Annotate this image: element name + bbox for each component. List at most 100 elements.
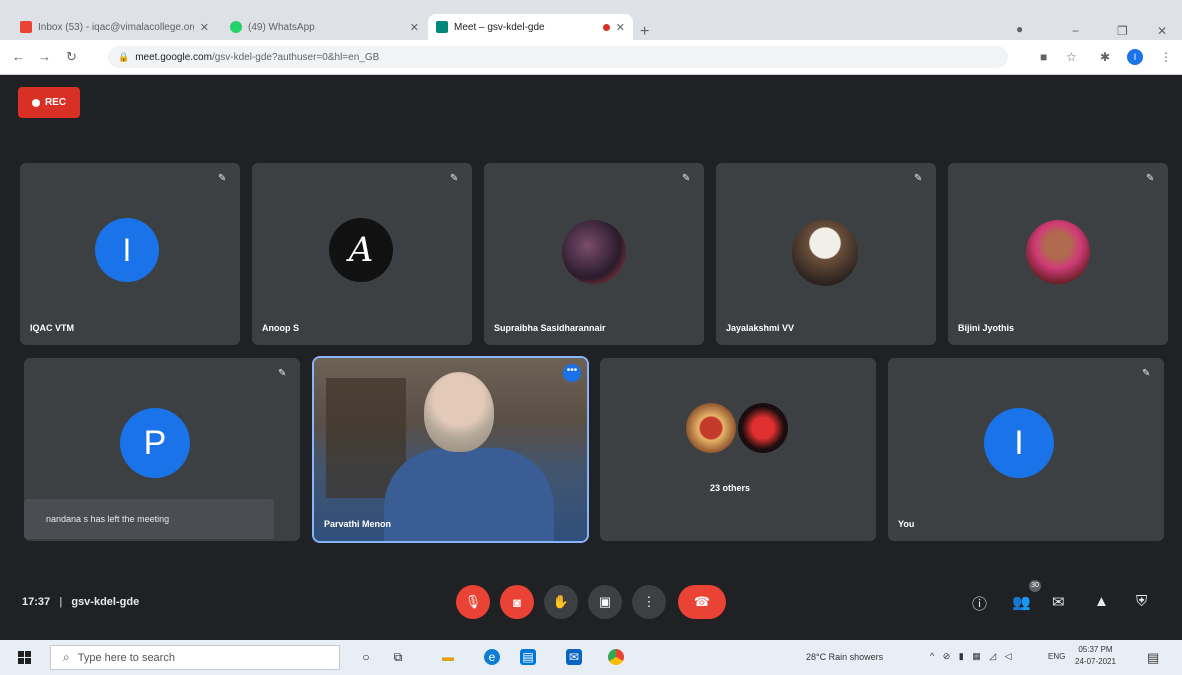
- tab-title: (49) WhatsApp: [248, 21, 315, 33]
- hand-icon: ✋: [552, 594, 570, 609]
- avatar: I: [984, 408, 1054, 478]
- minimize-button[interactable]: −: [1072, 24, 1079, 38]
- search-placeholder: Type here to search: [77, 651, 175, 664]
- new-tab-button[interactable]: +: [640, 23, 649, 41]
- profile-avatar[interactable]: I: [1127, 49, 1143, 65]
- participant-video-tile[interactable]: ••• Parvathi Menon: [312, 356, 589, 543]
- system-tray[interactable]: ^ ⊘ ▮ ▦ ◿ ◁: [930, 651, 1015, 662]
- file-explorer-icon[interactable]: ▬: [440, 649, 456, 665]
- video-feed: [314, 358, 587, 541]
- lock-icon: 🔒: [118, 51, 130, 62]
- close-tab-icon[interactable]: ✕: [410, 21, 419, 34]
- mic-muted-icon: ✎: [682, 173, 691, 184]
- clock-time: 05:37 PM: [1078, 645, 1113, 654]
- windows-taskbar: ⌕ Type here to search ○ ⧉ ▬ e ▤ ✉ 28°C R…: [0, 640, 1182, 675]
- participant-name: IQAC VTM: [30, 323, 74, 333]
- tab-gmail[interactable]: Inbox (53) - iqac@vimalacollege.org - Gm…: [12, 14, 217, 40]
- avatar: A: [329, 218, 393, 282]
- bookmark-star-icon[interactable]: ☆: [1066, 50, 1077, 64]
- present-button[interactable]: ▣: [588, 585, 622, 619]
- title-strip: [0, 0, 1182, 10]
- mic-muted-icon: ✎: [218, 173, 227, 184]
- url-path: /gsv-kdel-gde?authuser=0&hl=en_GB: [211, 51, 380, 63]
- people-icon[interactable]: 👥: [1012, 593, 1031, 611]
- participant-tile[interactable]: ✎ Supraibha Sasidharannair: [484, 163, 704, 345]
- participant-tile[interactable]: ✎ Jayalakshmi VV: [716, 163, 936, 345]
- close-tab-icon[interactable]: ✕: [616, 21, 625, 34]
- mic-muted-icon: ✎: [914, 173, 923, 184]
- mail-icon[interactable]: ✉: [566, 649, 582, 665]
- language-indicator[interactable]: ENG: [1048, 652, 1065, 661]
- others-tile[interactable]: 23 others: [600, 358, 876, 541]
- whatsapp-icon: [230, 21, 242, 33]
- activities-icon[interactable]: ▲: [1094, 593, 1109, 610]
- participant-name: Jayalakshmi VV: [726, 323, 795, 333]
- video-person-head: [424, 372, 494, 452]
- participant-tile[interactable]: ✎ I IQAC VTM: [20, 163, 240, 345]
- taskbar-search[interactable]: ⌕ Type here to search: [50, 645, 340, 670]
- tab-title: Inbox (53) - iqac@vimalacollege.org - Gm…: [38, 21, 194, 33]
- video-person-body: [384, 448, 554, 541]
- recording-badge: REC: [18, 87, 80, 118]
- gmail-icon: [20, 21, 32, 33]
- more-vert-icon: ⋮: [642, 594, 656, 609]
- avatar: [792, 220, 858, 286]
- edge-icon[interactable]: e: [484, 649, 500, 665]
- address-bar: ← → ↻ 🔒 meet.google.com /gsv-kdel-gde?au…: [0, 40, 1182, 75]
- meeting-details-icon[interactable]: ⓘ: [972, 593, 987, 614]
- participant-tile[interactable]: ✎ A Anoop S: [252, 163, 472, 345]
- chat-icon[interactable]: ✉: [1052, 593, 1065, 611]
- tab-meet[interactable]: Meet – gsv-kdel-gde ✕: [428, 14, 633, 40]
- participant-tile[interactable]: ✎ Bijini Jyothis: [948, 163, 1168, 345]
- participant-name: Supraibha Sasidharannair: [494, 323, 606, 333]
- task-view-icon[interactable]: ⧉: [390, 649, 406, 665]
- notification-center-icon[interactable]: ▤: [1147, 650, 1159, 666]
- camera-toggle-button[interactable]: ◙: [500, 585, 534, 619]
- chrome-icon[interactable]: [608, 649, 624, 665]
- taskbar-clock[interactable]: 05:37 PM 24-07-2021: [1075, 644, 1116, 668]
- menu-icon[interactable]: ⋮: [1160, 50, 1172, 64]
- windows-start-icon[interactable]: [18, 651, 31, 664]
- participant-name: You: [898, 519, 915, 529]
- avatar: [1026, 220, 1090, 284]
- profile-dot-icon[interactable]: ●: [1016, 22, 1023, 36]
- restore-button[interactable]: ❐: [1117, 24, 1128, 38]
- record-dot-icon: [31, 98, 40, 107]
- meet-stage: REC ✎ I IQAC VTM ✎ A Anoop S ✎ Supraibha…: [0, 75, 1182, 640]
- close-tab-icon[interactable]: ✕: [200, 21, 209, 34]
- cortana-icon[interactable]: ○: [358, 649, 374, 665]
- camera-off-icon: ◙: [513, 594, 521, 610]
- back-icon[interactable]: ←: [12, 49, 25, 64]
- search-icon: ⌕: [63, 650, 70, 664]
- meeting-time: 17:37: [22, 596, 51, 608]
- url-host: meet.google.com: [135, 51, 212, 63]
- forward-icon[interactable]: →: [38, 49, 51, 64]
- close-window-button[interactable]: ✕: [1157, 24, 1167, 38]
- mic-toggle-button[interactable]: 🎙: [456, 585, 490, 619]
- recording-dot-icon: [602, 23, 610, 31]
- mic-muted-icon: ✎: [278, 368, 287, 379]
- extensions-icon[interactable]: ✱: [1100, 50, 1110, 64]
- avatar: P: [120, 408, 190, 478]
- avatar: [562, 220, 626, 284]
- avatar: [738, 403, 788, 453]
- tab-whatsapp[interactable]: (49) WhatsApp ✕: [222, 14, 427, 40]
- self-tile[interactable]: ✎ I You: [888, 358, 1164, 541]
- reload-icon[interactable]: ↻: [66, 49, 77, 65]
- camera-permission-icon[interactable]: ■: [1040, 50, 1047, 64]
- leave-call-button[interactable]: ☎: [678, 585, 726, 619]
- store-icon[interactable]: ▤: [520, 649, 536, 665]
- rec-label: REC: [44, 97, 67, 108]
- hang-up-icon: ☎: [693, 594, 711, 609]
- host-controls-icon[interactable]: ⛨: [1136, 593, 1147, 610]
- weather-widget[interactable]: 28°C Rain showers: [806, 652, 883, 662]
- mic-muted-icon: ✎: [1146, 173, 1155, 184]
- url-input[interactable]: 🔒 meet.google.com /gsv-kdel-gde?authuser…: [108, 46, 1008, 68]
- raise-hand-button[interactable]: ✋: [544, 585, 578, 619]
- people-count-badge: 30: [1029, 580, 1041, 592]
- more-options-button[interactable]: •••: [563, 364, 581, 382]
- meeting-code: gsv-kdel-gde: [71, 596, 140, 608]
- present-screen-icon: ▣: [598, 594, 612, 609]
- more-options-button[interactable]: ⋮: [632, 585, 666, 619]
- avatar: [686, 403, 736, 453]
